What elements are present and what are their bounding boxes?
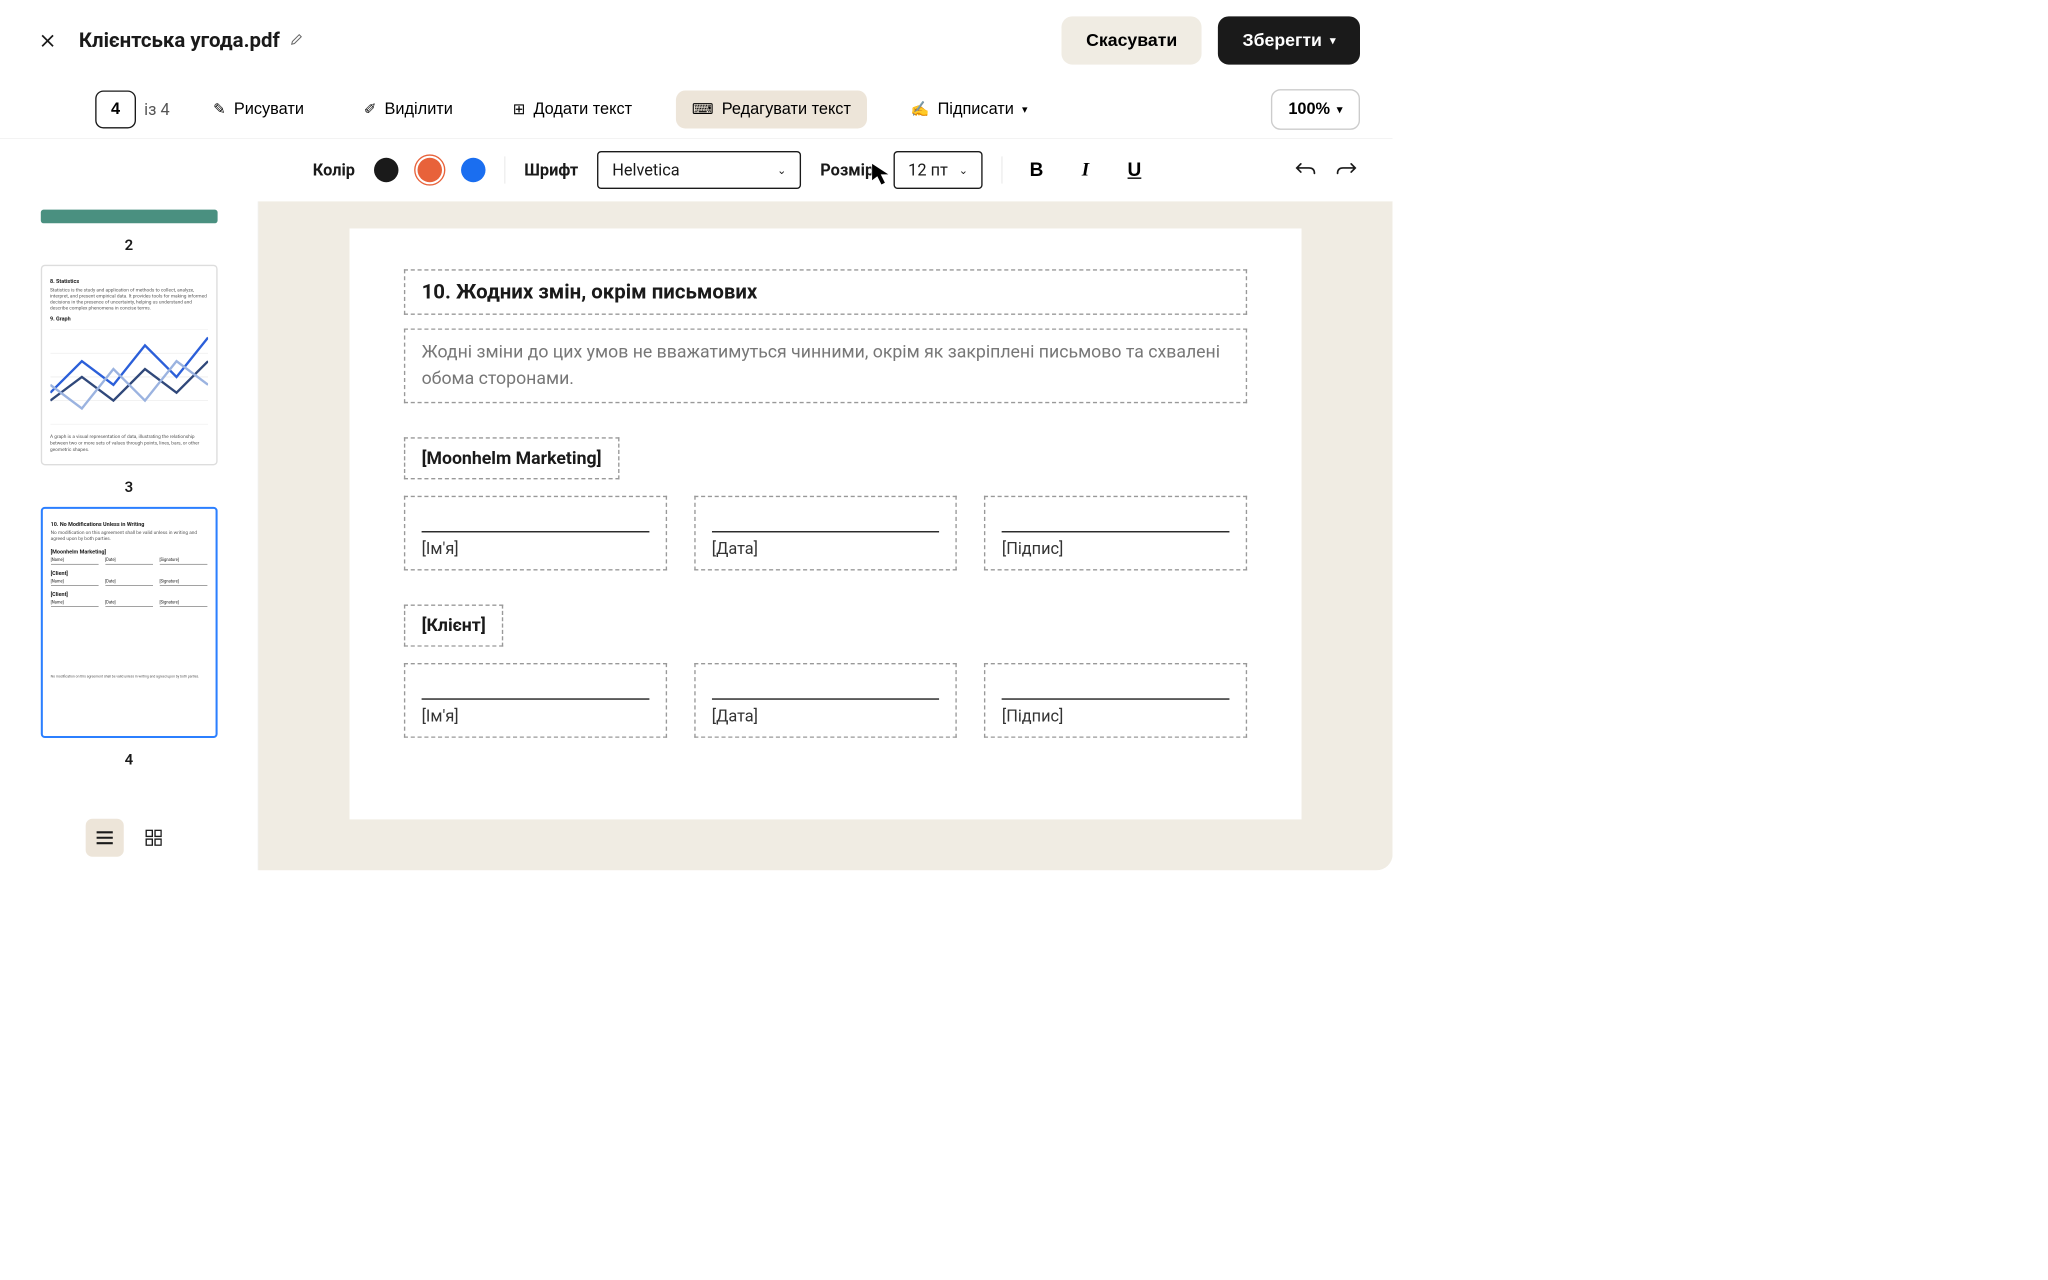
signature-label: [Підпис] [1002,539,1230,558]
format-toolbar: Колір Шрифт Helvetica ⌄ Розмір 12 пт ⌄ B… [0,138,1393,201]
thumb-company: [Moonhelm Marketing] [51,549,207,555]
company-text-box[interactable]: [Moonhelm Marketing] [404,437,619,479]
grid-view-button[interactable] [134,819,172,857]
thumb-footer: No modification on this agreement shall … [51,674,207,678]
name-field[interactable]: [Ім'я] [404,496,667,571]
size-value: 12 пт [908,160,948,179]
name-field[interactable]: [Ім'я] [404,663,667,738]
name-label: [Ім'я] [422,707,650,726]
thumb-page-2-partial[interactable] [40,209,217,223]
bold-button[interactable]: B [1022,155,1052,185]
date-label: [Дата] [712,707,940,726]
chevron-down-icon: ▾ [1022,103,1027,117]
color-orange[interactable] [418,158,442,182]
grid-icon [145,830,161,846]
edit-title-icon[interactable] [291,32,305,49]
signature-field[interactable]: [Підпис] [984,496,1247,571]
list-view-button[interactable] [85,819,123,857]
thumb-heading: 8. Statistics [50,278,208,284]
sign-icon: ✍ [911,101,930,119]
page-input[interactable] [95,90,136,128]
italic-button[interactable]: I [1071,155,1101,185]
save-button[interactable]: Зберегти ▾ [1218,16,1360,64]
redo-icon [1336,161,1356,176]
document-title: Клієнтська угода.pdf [79,29,304,53]
draw-tool[interactable]: ✎ Рисувати [197,90,320,128]
close-button[interactable] [33,26,63,56]
thumb-client: [Client] [51,570,207,576]
toolbar: із 4 ✎ Рисувати ✐ Виділити ⊞ Додати текс… [0,81,1393,138]
paragraph-text-box[interactable]: Жодні зміни до цих умов не вважатимуться… [404,328,1247,403]
chevron-down-icon: ▾ [1337,103,1342,117]
highlight-icon: ✐ [364,101,377,119]
edit-text-icon: ⌨ [692,101,714,119]
date-label: [Дата] [712,539,940,558]
chevron-down-icon: ⌄ [959,164,968,177]
chevron-down-icon: ⌄ [777,164,786,177]
thumb-chart [50,329,208,424]
list-icon [96,831,112,845]
thumb-text: A graph is a visual representation of da… [50,434,208,453]
save-label: Зберегти [1243,30,1322,51]
draw-icon: ✎ [213,101,226,119]
thumb-text: Statistics is the study and application … [50,287,208,312]
date-field[interactable]: [Дата] [694,663,957,738]
header: Клієнтська угода.pdf Скасувати Зберегти … [0,0,1393,81]
close-icon [39,32,55,48]
add-text-icon: ⊞ [513,101,526,119]
undo-button[interactable] [1292,156,1319,183]
edit-text-tool[interactable]: ⌨ Редагувати текст [676,90,868,128]
size-label: Розмір [820,160,874,179]
thumbnails: 2 8. Statistics Statistics is the study … [0,201,258,805]
date-field[interactable]: [Дата] [694,496,957,571]
thumb-number: 2 [125,237,134,254]
divider [1002,156,1003,183]
zoom-label: 100% [1288,100,1330,119]
font-value: Helvetica [612,160,679,179]
thumb-heading: 10. No Modifications Unless in Writing [51,521,207,527]
main-canvas[interactable]: 10. Жодних змін, окрім письмових Жодні з… [258,201,1392,870]
color-blue[interactable] [461,158,485,182]
sign-label: Підписати [938,100,1014,119]
edit-text-label: Редагувати текст [722,100,851,119]
color-black[interactable] [374,158,398,182]
sidebar: 2 8. Statistics Statistics is the study … [0,201,258,870]
page: 10. Жодних змін, окрім письмових Жодні з… [350,228,1302,819]
title-text: Клієнтська угода.pdf [79,29,280,53]
font-select[interactable]: Helvetica ⌄ [597,151,801,189]
underline-button[interactable]: U [1119,155,1149,185]
thumb-client: [Client] [51,591,207,597]
view-toggle [0,805,258,870]
highlight-label: Виділити [385,100,453,119]
add-text-tool[interactable]: ⊞ Додати текст [496,90,648,128]
page-indicator: із 4 [95,90,169,128]
font-label: Шрифт [524,160,578,179]
thumb-page-3[interactable]: 8. Statistics Statistics is the study an… [40,265,217,465]
color-label: Колір [313,160,355,179]
size-select[interactable]: 12 пт ⌄ [893,151,983,189]
name-label: [Ім'я] [422,539,650,558]
undo-icon [1295,161,1315,176]
zoom-button[interactable]: 100% ▾ [1271,89,1360,130]
signature-field[interactable]: [Підпис] [984,663,1247,738]
thumb-heading: 9. Graph [50,316,208,322]
heading-text-box[interactable]: 10. Жодних змін, окрім письмових [404,269,1247,315]
client-text-box[interactable]: [Клієнт] [404,605,503,647]
highlight-tool[interactable]: ✐ Виділити [348,90,470,128]
thumb-text: No modification on this agreement shall … [51,529,207,541]
chevron-down-icon: ▾ [1330,34,1335,48]
thumb-number: 3 [125,478,134,495]
page-total: із 4 [144,100,169,119]
thumb-page-4[interactable]: 10. No Modifications Unless in Writing N… [40,506,217,737]
cancel-button[interactable]: Скасувати [1062,16,1202,64]
draw-label: Рисувати [234,100,304,119]
redo-button[interactable] [1333,156,1360,183]
thumb-number: 4 [125,751,134,768]
add-text-label: Додати текст [533,100,632,119]
divider [505,156,506,183]
sign-tool[interactable]: ✍ Підписати ▾ [894,90,1043,128]
signature-label: [Підпис] [1002,707,1230,726]
